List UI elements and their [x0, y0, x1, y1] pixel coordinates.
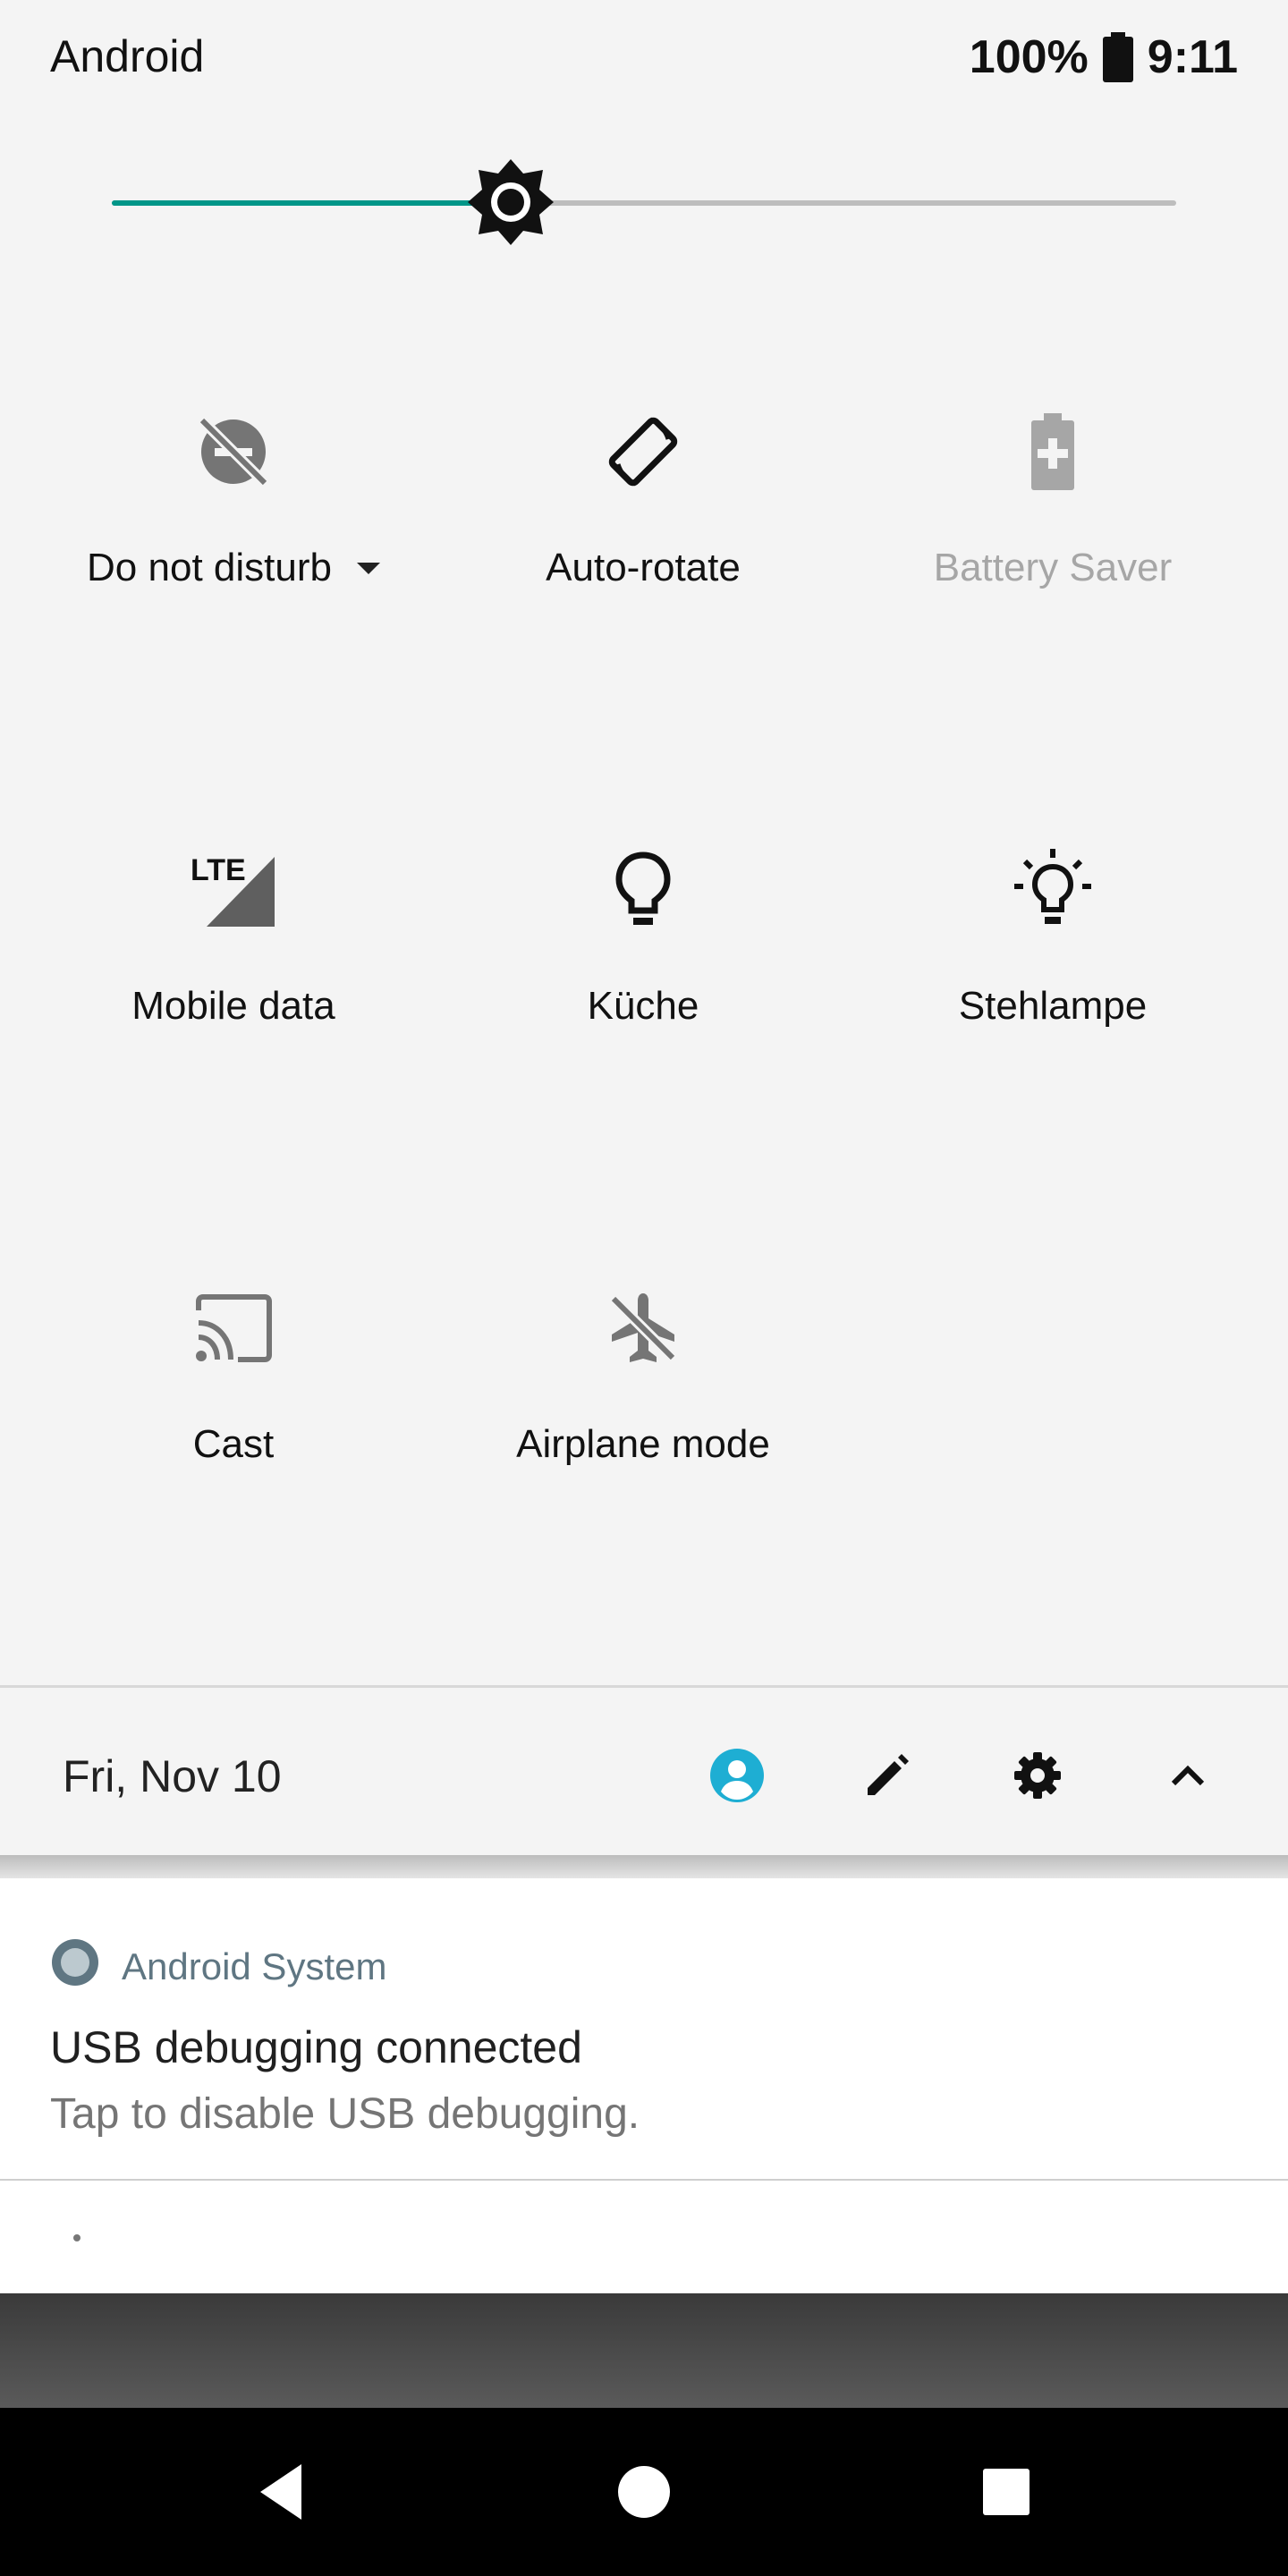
navigation-bar [0, 2408, 1288, 2576]
tile-label-stehlampe: Stehlampe [958, 984, 1148, 1028]
settings-icon[interactable] [1002, 1740, 1073, 1811]
home-icon[interactable] [599, 2447, 689, 2537]
brightness-slider[interactable] [0, 134, 1288, 268]
do-not-disturb-off-icon [184, 402, 283, 501]
tile-label-auto-rotate: Auto-rotate [546, 546, 741, 589]
overflow-dot [73, 2234, 80, 2241]
tile-label-airplane-mode: Airplane mode [516, 1422, 770, 1466]
tile-label-do-not-disturb: Do not disturb [87, 546, 380, 590]
brightness-thumb-icon[interactable] [464, 156, 557, 249]
lightbulb-icon [594, 841, 692, 939]
battery-icon [1102, 32, 1133, 82]
back-icon[interactable] [237, 2447, 326, 2537]
dropdown-caret-icon[interactable] [356, 562, 380, 574]
tile-kueche[interactable]: Küche [438, 805, 848, 1181]
cast-icon [184, 1279, 283, 1377]
airplane-off-icon [594, 1279, 692, 1377]
date-label: Fri, Nov 10 [63, 1751, 282, 1801]
status-right: 100% 9:11 [970, 30, 1238, 84]
quick-settings-footer: Fri, Nov 10 [0, 1685, 1288, 1855]
edit-icon[interactable] [852, 1740, 923, 1811]
tile-label-cast: Cast [192, 1422, 275, 1466]
recents-icon[interactable] [962, 2447, 1051, 2537]
svg-text:LTE: LTE [191, 853, 246, 887]
brightness-fill [112, 200, 512, 206]
background-scrim [0, 2293, 1288, 2408]
notification-overflow [0, 2181, 1288, 2293]
lte-signal-icon: LTE [184, 841, 283, 939]
notification-usb-debugging[interactable]: Android System USB debugging connected T… [0, 1878, 1288, 2179]
battery-charging-icon [1004, 402, 1102, 501]
quick-settings-grid: Do not disturb Auto-rotate Battery Saver… [0, 367, 1288, 1673]
notification-text: Tap to disable USB debugging. [50, 2090, 640, 2138]
tile-label-battery-saver: Battery Saver [933, 546, 1173, 589]
notification-app-name: Android System [122, 1945, 387, 1987]
tile-cast[interactable]: Cast [29, 1243, 438, 1619]
brightness-track[interactable] [112, 159, 1176, 245]
tile-airplane-mode[interactable]: Airplane mode [438, 1243, 848, 1619]
tile-auto-rotate[interactable]: Auto-rotate [438, 367, 848, 742]
android-system-icon [50, 1937, 100, 1996]
tile-label-kueche: Küche [587, 984, 699, 1028]
collapse-icon[interactable] [1152, 1740, 1224, 1811]
status-bar: Android 100% 9:11 [0, 0, 1288, 116]
tile-mobile-data[interactable]: LTE Mobile data [29, 805, 438, 1181]
tile-label-mobile-data: Mobile data [131, 984, 335, 1028]
notification-title: USB debugging connected [50, 2022, 582, 2072]
clock: 9:11 [1147, 31, 1238, 83]
tile-stehlampe[interactable]: Stehlampe [848, 805, 1258, 1181]
user-icon[interactable] [701, 1740, 773, 1811]
battery-percent: 100% [969, 31, 1089, 83]
carrier-name: Android [50, 31, 205, 81]
lightbulb-on-icon [1004, 841, 1102, 939]
tile-do-not-disturb[interactable]: Do not disturb [29, 367, 438, 742]
screen-rotation-icon [594, 402, 692, 501]
notification-header: Android System [50, 1937, 386, 1996]
panel-shadow [0, 1855, 1288, 1880]
tile-battery-saver[interactable]: Battery Saver [848, 367, 1258, 742]
